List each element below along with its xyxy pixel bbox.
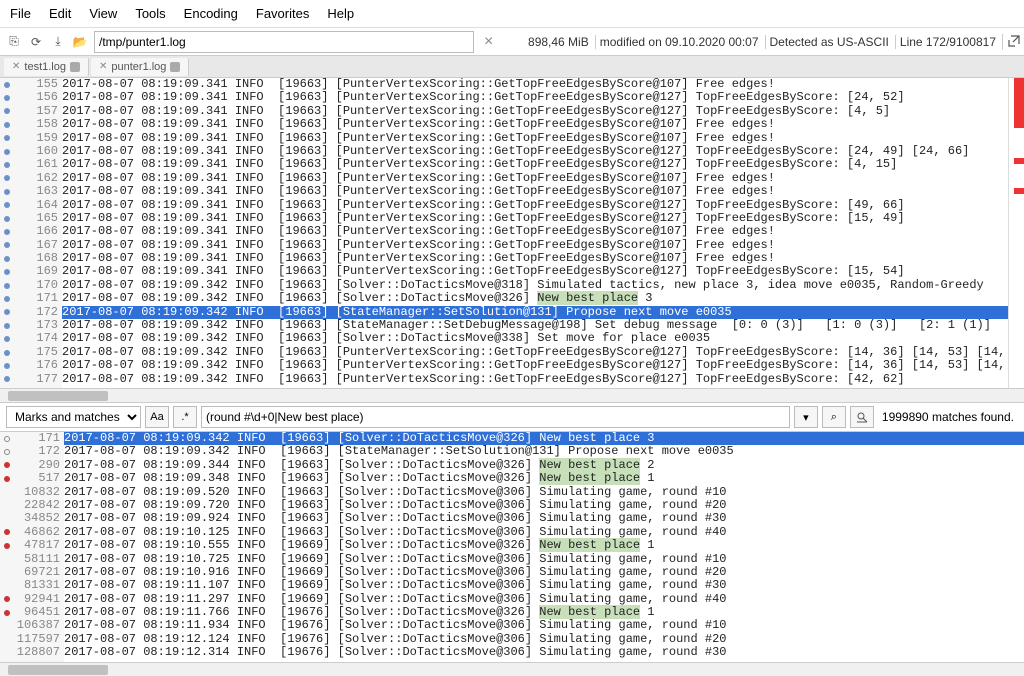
tab-close-icon[interactable]: ✕ (99, 61, 107, 72)
selected-line[interactable]: 2017-08-07 08:19:09.342 INFO [19663] [St… (62, 306, 1008, 319)
menu-edit[interactable]: Edit (49, 6, 71, 21)
case-sensitive-button[interactable]: Aa (145, 406, 169, 428)
file-encoding: Detected as US-ASCII (765, 35, 893, 49)
tab-dot-icon (170, 62, 180, 72)
tab-punter1-log[interactable]: ✕ punter1.log (91, 58, 189, 76)
refresh-icon[interactable]: ⟳ (28, 34, 44, 50)
menu-view[interactable]: View (89, 6, 117, 21)
tab-dot-icon (70, 62, 80, 72)
line-number-gutter: 1551561571581591601611621631641651661671… (14, 78, 62, 388)
tab-close-icon[interactable]: ✕ (12, 61, 20, 72)
open-icon[interactable]: 📂 (72, 34, 88, 50)
log-viewer: 1551561571581591601611621631641651661671… (0, 78, 1024, 388)
file-size: 898,46 MiB (524, 35, 593, 49)
tab-label: test1.log (24, 61, 66, 73)
toolbar: ⎘ ⟳ ⤓ 📂 × 898,46 MiB modified on 09.10.2… (0, 28, 1024, 56)
search-mode-dropdown[interactable]: Marks and matches (6, 406, 141, 428)
results-scrollbar[interactable] (0, 662, 1024, 676)
horizontal-scrollbar[interactable] (0, 388, 1024, 402)
file-path-input[interactable] (94, 31, 474, 53)
result-content[interactable]: 2017-08-07 08:19:09.342 INFO [19663] [So… (64, 432, 1024, 662)
search-results: 1711722905171083222842348524686247817581… (0, 432, 1024, 662)
regex-button[interactable]: .* (173, 406, 197, 428)
search-bar: Marks and matches Aa .* ▾ ⌕ 1999890 matc… (0, 402, 1024, 432)
tail-icon[interactable]: ⤓ (50, 34, 66, 50)
file-modified: modified on 09.10.2020 00:07 (595, 35, 763, 49)
menu-file[interactable]: File (10, 6, 31, 21)
search-input[interactable] (201, 406, 790, 428)
clear-path-icon[interactable]: × (480, 33, 497, 51)
result-mark-gutter[interactable] (0, 432, 14, 662)
bookmark-gutter[interactable] (0, 78, 14, 388)
overview-ruler[interactable] (1008, 78, 1024, 388)
external-link-icon[interactable] (1002, 34, 1018, 50)
result-line-gutter: 1711722905171083222842348524686247817581… (14, 432, 64, 662)
find-all-button[interactable] (850, 406, 874, 428)
search-dropdown-icon[interactable]: ▾ (794, 406, 818, 428)
selected-line[interactable]: 2017-08-07 08:19:09.342 INFO [19663] [So… (64, 432, 1024, 445)
tab-label: punter1.log (111, 61, 166, 73)
match-count: 1999890 matches found. (878, 410, 1018, 424)
log-content[interactable]: 2017-08-07 08:19:09.341 INFO [19663] [Pu… (62, 78, 1008, 388)
find-button[interactable]: ⌕ (822, 406, 846, 428)
menu-favorites[interactable]: Favorites (256, 6, 309, 21)
status-bar: 898,46 MiB modified on 09.10.2020 00:07 … (524, 34, 1018, 50)
copy-icon[interactable]: ⎘ (6, 34, 22, 50)
menubar: File Edit View Tools Encoding Favorites Help (0, 0, 1024, 28)
tab-test1-log[interactable]: ✕ test1.log (4, 58, 89, 76)
menu-encoding[interactable]: Encoding (184, 6, 238, 21)
cursor-position: Line 172/9100817 (895, 35, 1000, 49)
tab-bar: ✕ test1.log ✕ punter1.log (0, 56, 1024, 78)
menu-help[interactable]: Help (327, 6, 354, 21)
menu-tools[interactable]: Tools (135, 6, 165, 21)
